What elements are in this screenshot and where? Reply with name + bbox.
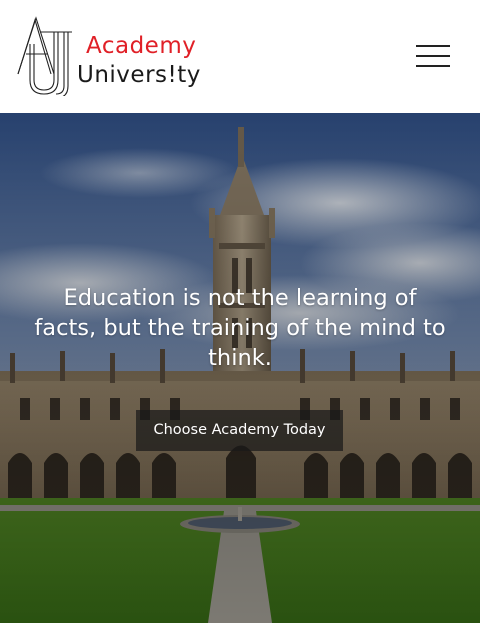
menu-bar-bottom — [416, 65, 450, 67]
page-bottom-strip — [0, 623, 480, 644]
hamburger-menu-icon[interactable] — [412, 40, 454, 72]
academy-monogram-logo-icon — [17, 16, 72, 96]
logo-text-academy: Academy — [86, 33, 197, 59]
choose-academy-button[interactable]: Choose Academy Today — [136, 410, 343, 451]
page: Academy Univers!ty Education is not the … — [0, 0, 480, 644]
menu-bar-top — [416, 45, 450, 47]
site-header: Academy Univers!ty — [0, 0, 480, 113]
hero-quote: Education is not the learning of facts, … — [34, 285, 446, 371]
logo-text-university: Univers!ty — [77, 62, 201, 88]
menu-bar-middle — [416, 55, 450, 57]
hero-section: Education is not the learning of facts, … — [0, 113, 480, 623]
site-logo[interactable]: Academy Univers!ty — [14, 14, 214, 100]
